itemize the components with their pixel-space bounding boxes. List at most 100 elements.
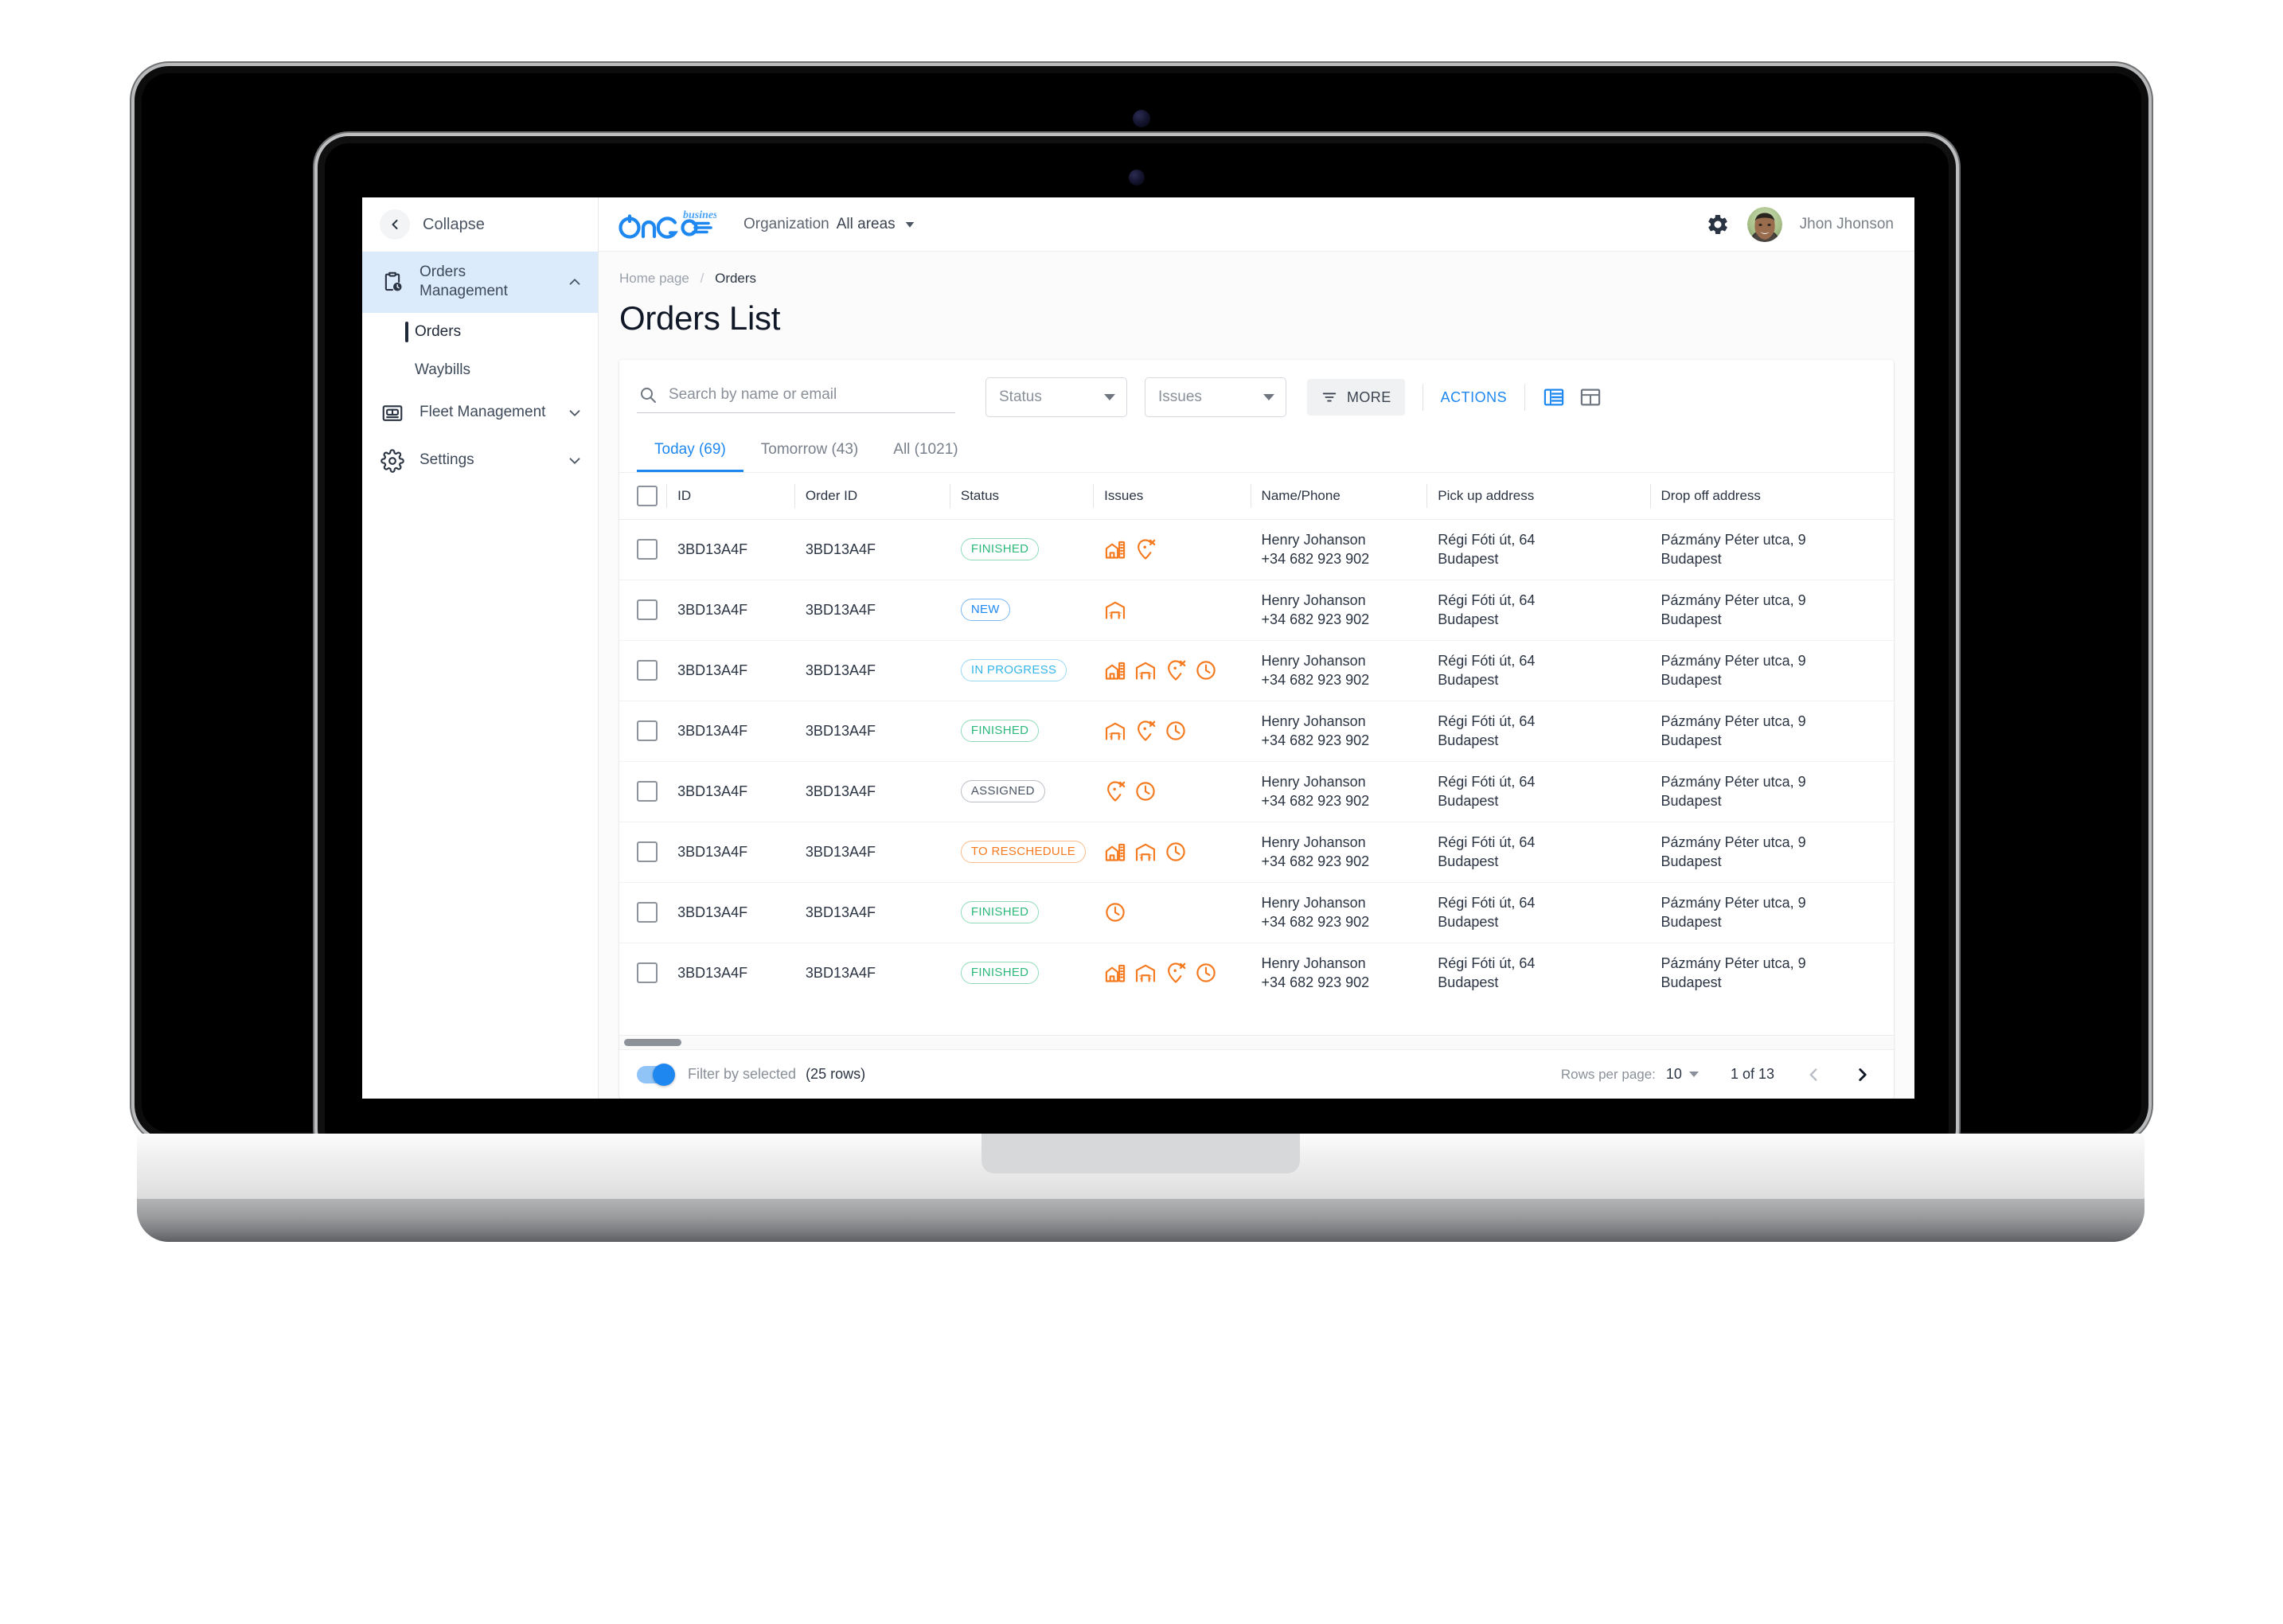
warehouse-icon[interactable]: [1134, 659, 1157, 681]
building-icon[interactable]: [1104, 962, 1126, 984]
laptop-foot: [116, 1196, 2165, 1242]
warehouse-icon[interactable]: [1104, 720, 1126, 742]
cell-id: 3BD13A4F: [677, 701, 806, 762]
status-badge: FINISHED: [960, 538, 1040, 561]
search-input[interactable]: [669, 385, 954, 404]
cell-issues: [1104, 519, 1262, 580]
cell-name-phone: Henry Johanson +34 682 923 902: [1261, 954, 1370, 991]
row-checkbox[interactable]: [637, 720, 658, 742]
column-header-issues[interactable]: Issues: [1093, 473, 1262, 520]
clock-icon[interactable]: [1104, 901, 1126, 923]
sidebar-item-orders-management[interactable]: Orders Management: [362, 252, 598, 313]
column-header-pickup-address[interactable]: Pick up address: [1426, 473, 1661, 520]
sidebar-item-waybills[interactable]: Waybills: [362, 351, 598, 389]
warehouse-icon[interactable]: [1134, 841, 1157, 863]
table-row[interactable]: 3BD13A4F 3BD13A4F IN PROGRESS Henry Joha…: [619, 640, 1894, 701]
column-header-name-phone[interactable]: Name/Phone: [1250, 473, 1438, 520]
horizontal-scrollbar[interactable]: [619, 1035, 1894, 1049]
prev-page-button[interactable]: [1803, 1064, 1824, 1085]
row-checkbox[interactable]: [637, 539, 658, 560]
sidebar-item-orders[interactable]: Orders: [362, 313, 598, 351]
chevron-down-icon: [1104, 394, 1115, 400]
rows-per-page-value[interactable]: 10: [1666, 1066, 1682, 1083]
row-checkbox[interactable]: [637, 902, 658, 923]
row-checkbox[interactable]: [637, 660, 658, 681]
clock-icon[interactable]: [1165, 841, 1187, 863]
search-box[interactable]: [637, 382, 955, 413]
actions-button[interactable]: ACTIONS: [1441, 389, 1508, 406]
tab-today[interactable]: Today (69): [637, 433, 743, 472]
table-header-row: ID Order ID Status Issues Name/Phone Pic…: [619, 473, 1894, 520]
pin-x-icon[interactable]: [1165, 659, 1187, 681]
row-select-cell: [619, 943, 677, 1002]
sidebar-item-settings[interactable]: Settings: [362, 437, 598, 485]
clock-icon[interactable]: [1195, 962, 1217, 984]
clock-icon[interactable]: [1134, 780, 1157, 802]
cell-pickup-address: Régi Fóti út, 64 Budapest: [1438, 822, 1661, 883]
orders-tabs: Today (69) Tomorrow (43) All (1021): [619, 428, 1894, 473]
webcam-dot-front: [1129, 170, 1145, 185]
more-filters-button[interactable]: MORE: [1307, 379, 1405, 416]
tab-all[interactable]: All (1021): [876, 433, 975, 472]
pin-x-icon[interactable]: [1134, 720, 1157, 742]
table-toolbar: Status Issues: [619, 360, 1894, 428]
table-row[interactable]: 3BD13A4F 3BD13A4F TO RESCHEDULE Henry Jo…: [619, 822, 1894, 883]
select-all-checkbox[interactable]: [637, 486, 658, 506]
pin-x-icon[interactable]: [1165, 962, 1187, 984]
building-icon[interactable]: [1104, 841, 1126, 863]
column-header-dropoff-address[interactable]: Drop off address: [1649, 473, 1894, 520]
row-checkbox[interactable]: [637, 599, 658, 621]
row-checkbox[interactable]: [637, 781, 658, 802]
organization-selector[interactable]: Organization All areas: [743, 216, 917, 233]
row-checkbox[interactable]: [637, 962, 658, 984]
main-region: business Organization All areas: [599, 197, 1914, 1099]
sidebar-item-label: Fleet Management: [420, 404, 546, 421]
column-header-id[interactable]: ID: [666, 473, 806, 520]
tab-tomorrow[interactable]: Tomorrow (43): [743, 433, 876, 472]
filter-by-selected-toggle[interactable]: [637, 1063, 675, 1086]
horizontal-scrollbar-thumb[interactable]: [624, 1039, 681, 1046]
grid-view-icon[interactable]: [1579, 386, 1602, 408]
column-header-status[interactable]: Status: [949, 473, 1105, 520]
table-row[interactable]: 3BD13A4F 3BD13A4F NEW Henry Johanson +34 …: [619, 580, 1894, 641]
clock-icon[interactable]: [1165, 720, 1187, 742]
status-badge: FINISHED: [960, 962, 1040, 985]
issues-filter-dropdown[interactable]: Issues: [1145, 377, 1286, 417]
building-icon[interactable]: [1104, 538, 1126, 560]
cell-id: 3BD13A4F: [677, 882, 806, 943]
sidebar-item-fleet-management[interactable]: Fleet Management: [362, 389, 598, 437]
next-page-button[interactable]: [1852, 1064, 1873, 1085]
column-header-order-id[interactable]: Order ID: [794, 473, 961, 520]
list-view-icon[interactable]: [1543, 386, 1565, 408]
table-row[interactable]: 3BD13A4F 3BD13A4F FINISHED Henry Johanso…: [619, 882, 1894, 943]
pin-x-icon[interactable]: [1134, 538, 1157, 560]
svg-text:business: business: [683, 209, 716, 221]
cell-order-id: 3BD13A4F: [805, 964, 876, 981]
table-row[interactable]: 3BD13A4F 3BD13A4F FINISHED Henry Johanso…: [619, 943, 1894, 1002]
warehouse-icon[interactable]: [1134, 962, 1157, 984]
cell-id: 3BD13A4F: [677, 822, 806, 883]
table-row[interactable]: 3BD13A4F 3BD13A4F FINISHED Henry Johanso…: [619, 701, 1894, 762]
avatar[interactable]: [1746, 206, 1782, 242]
laptop-base-notch: [981, 1134, 1300, 1173]
warehouse-icon[interactable]: [1104, 599, 1126, 621]
breadcrumb-home[interactable]: Home page: [619, 271, 689, 286]
row-checkbox[interactable]: [637, 841, 658, 863]
collapse-sidebar-button[interactable]: Collapse: [362, 197, 598, 252]
cell-order-id: 3BD13A4F: [805, 580, 961, 641]
table-row[interactable]: 3BD13A4F 3BD13A4F ASSIGNED Henry Johanso…: [619, 761, 1894, 822]
gear-icon[interactable]: [1706, 213, 1730, 236]
collapse-label: Collapse: [423, 215, 485, 233]
status-filter-dropdown[interactable]: Status: [985, 377, 1127, 417]
rows-per-page-label: Rows per page:: [1560, 1066, 1656, 1082]
table-row[interactable]: 3BD13A4F 3BD13A4F FINISHED Henry Johanso…: [619, 519, 1894, 580]
sidebar-item-label: Waybills: [415, 361, 471, 378]
status-badge: FINISHED: [960, 720, 1040, 743]
chevron-down-icon[interactable]: [1688, 1072, 1699, 1077]
clock-icon[interactable]: [1195, 659, 1217, 681]
pin-x-icon[interactable]: [1104, 780, 1126, 802]
ongo-business-logo[interactable]: business: [615, 208, 716, 241]
cell-name-phone: Henry Johanson +34 682 923 902: [1261, 580, 1438, 641]
building-icon[interactable]: [1104, 659, 1126, 681]
cell-id: 3BD13A4F: [677, 580, 806, 641]
